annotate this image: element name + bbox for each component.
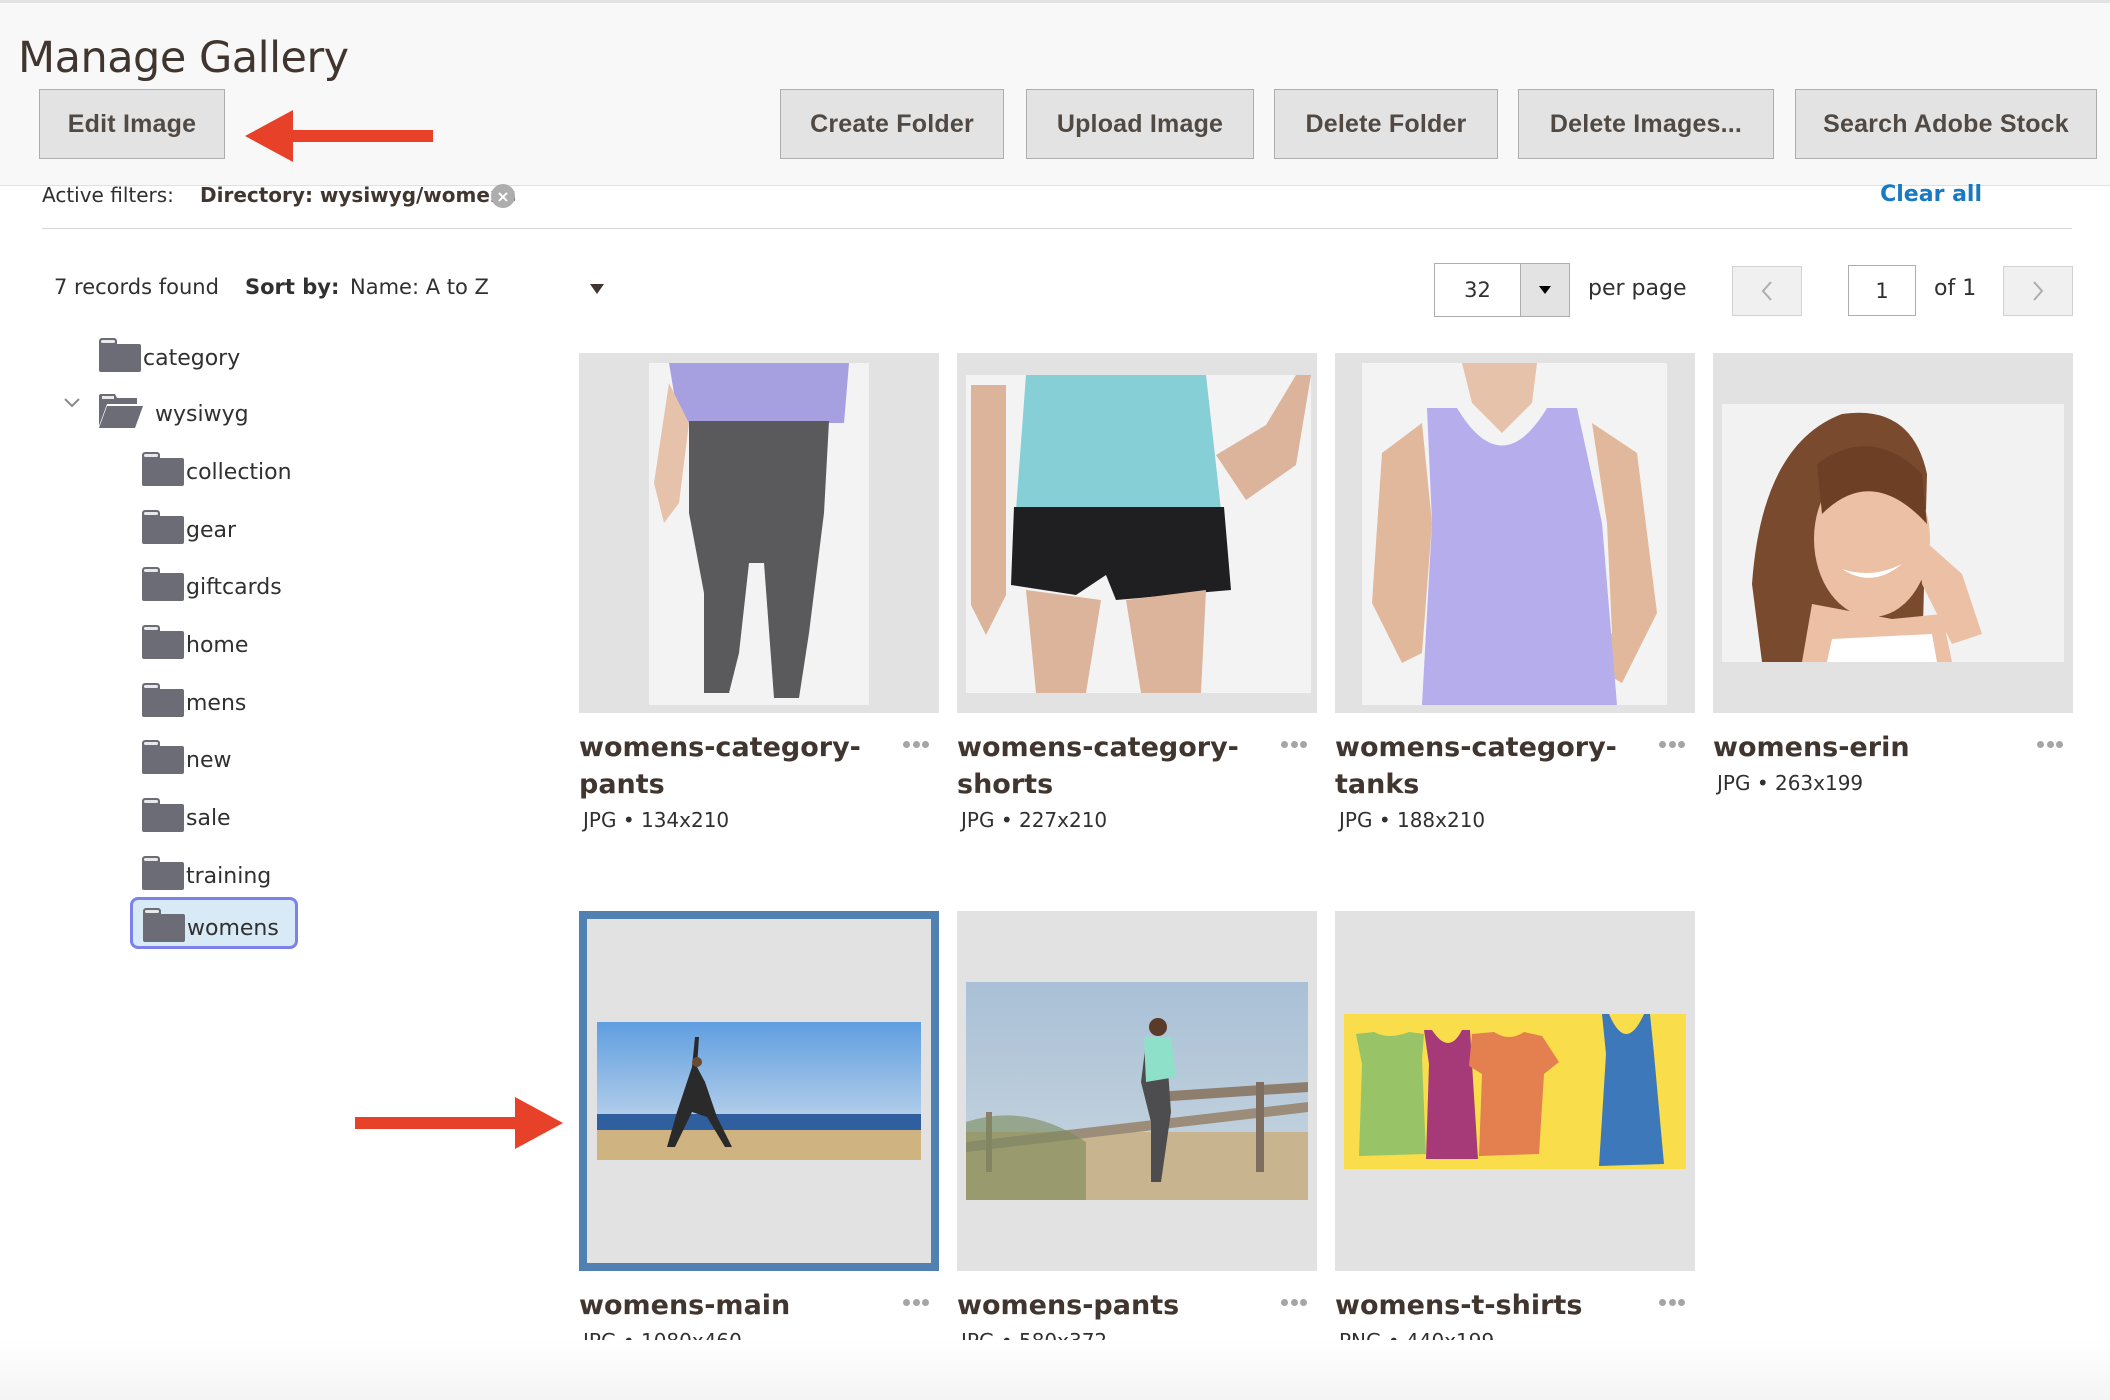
delete-images-button[interactable]: Delete Images... [1518,89,1774,159]
tree-item-collection[interactable]: collection [142,442,292,486]
image-thumbnail[interactable] [579,911,939,1271]
tree-item-sale[interactable]: sale [142,788,231,832]
image-name: womens-pants [957,1290,1180,1321]
caret-down-icon [1539,286,1551,294]
thumbnail-tshirts-image [1344,1014,1686,1169]
thumbnail-pants-image [649,363,869,705]
folder-icon [142,740,184,774]
tree-item-label: wysiwyg [155,402,249,427]
tree-item-giftcards[interactable]: giftcards [142,557,282,601]
active-filters-bar: Active filters: Directory: wysiwyg/women… [42,180,2072,228]
image-name: womens-erin [1713,732,1910,763]
more-options-icon[interactable] [1659,1299,1685,1309]
image-meta: JPG • 227x210 [961,808,1108,832]
more-options-icon[interactable] [1281,1299,1307,1309]
per-page-label: per page [1588,276,1687,301]
upload-image-button[interactable]: Upload Image [1026,89,1254,159]
folder-open-icon [99,394,143,428]
tree-item-label: gear [186,518,237,543]
chevron-down-icon[interactable] [62,392,82,412]
search-adobe-stock-button[interactable]: Search Adobe Stock [1795,89,2097,159]
image-name: womens-category-shorts [957,732,1239,800]
bottom-fade [0,1340,2110,1400]
tree-item-label: category [143,346,241,371]
remove-filter-icon[interactable]: × [491,184,515,208]
more-options-icon[interactable] [903,741,929,751]
tree-item-training[interactable]: training [142,846,271,890]
folder-icon [142,510,184,544]
thumbnail-tanks-image [1362,363,1667,705]
image-name: womens-main [579,1290,791,1321]
folder-icon [142,798,184,832]
image-thumbnail[interactable] [1713,353,2073,713]
folder-icon [142,567,184,601]
thumbnail-yoga-beach-image [597,1022,921,1160]
tree-item-label: womens [187,916,279,941]
tree-item-label: home [186,633,249,658]
folder-icon [142,856,184,890]
folder-icon [142,683,184,717]
delete-folder-button[interactable]: Delete Folder [1274,89,1498,159]
image-thumbnail[interactable] [579,353,939,713]
thumbnail-shorts-image [966,375,1311,693]
image-name: womens-category-tanks [1335,732,1617,800]
page-title: Manage Gallery [18,33,349,83]
previous-page-button[interactable] [1732,266,1802,316]
records-count: 7 records found [54,275,219,299]
image-thumbnail[interactable] [1335,911,1695,1271]
per-page-select[interactable]: 32 [1434,263,1570,317]
tree-item-womens[interactable]: womens [130,897,298,949]
sort-label: Sort by: [245,275,340,299]
more-options-icon[interactable] [903,1299,929,1309]
create-folder-button[interactable]: Create Folder [780,89,1004,159]
tree-item-label: collection [186,460,292,485]
filter-directory: Directory: wysiwyg/womens [200,183,517,207]
tree-item-wysiwyg[interactable]: wysiwyg [99,384,249,428]
tree-item-label: giftcards [186,575,282,600]
chevron-left-icon [1761,281,1772,301]
annotation-arrow-right-icon [355,1097,563,1149]
caret-down-icon [590,284,604,294]
folder-icon [143,908,185,942]
tree-item-new[interactable]: new [142,730,231,774]
chevron-right-icon [2033,281,2044,301]
next-page-button[interactable] [2003,266,2073,316]
folder-icon [99,338,141,372]
image-thumbnail[interactable] [957,911,1317,1271]
divider [42,228,2072,229]
more-options-icon[interactable] [2037,741,2063,751]
image-meta: JPG • 134x210 [583,808,730,832]
more-options-icon[interactable] [1659,741,1685,751]
tree-item-home[interactable]: home [142,615,248,659]
thumbnail-runner-fence-image [966,982,1308,1200]
edit-image-button[interactable]: Edit Image [39,89,225,159]
image-thumbnail[interactable] [1335,353,1695,713]
tree-item-label: sale [186,806,231,831]
image-name: womens-t-shirts [1335,1290,1583,1321]
annotation-arrow-left-icon [245,110,433,162]
image-meta: JPG • 263x199 [1717,771,1864,795]
folder-icon [142,452,184,486]
sort-select[interactable]: Name: A to Z [350,268,610,308]
thumbnail-portrait-image [1722,404,2064,662]
clear-all-link[interactable]: Clear all [1880,182,1982,207]
image-name: womens-category-pants [579,732,861,800]
more-options-icon[interactable] [1281,741,1307,751]
tree-item-mens[interactable]: mens [142,673,246,717]
current-page-input[interactable]: 1 [1848,265,1916,316]
total-pages-label: of 1 [1934,276,1977,301]
image-meta: JPG • 188x210 [1339,808,1486,832]
folder-icon [142,625,184,659]
image-thumbnail[interactable] [957,353,1317,713]
sort-value: Name: A to Z [350,275,489,299]
per-page-value: 32 [1464,278,1491,302]
tree-item-category[interactable]: category [99,328,240,372]
tree-item-label: training [186,864,272,889]
per-page-dropdown-toggle[interactable] [1520,264,1569,316]
active-filters-label: Active filters: [42,183,174,207]
tree-item-label: new [186,748,232,773]
tree-item-label: mens [186,691,247,716]
tree-item-gear[interactable]: gear [142,500,236,544]
